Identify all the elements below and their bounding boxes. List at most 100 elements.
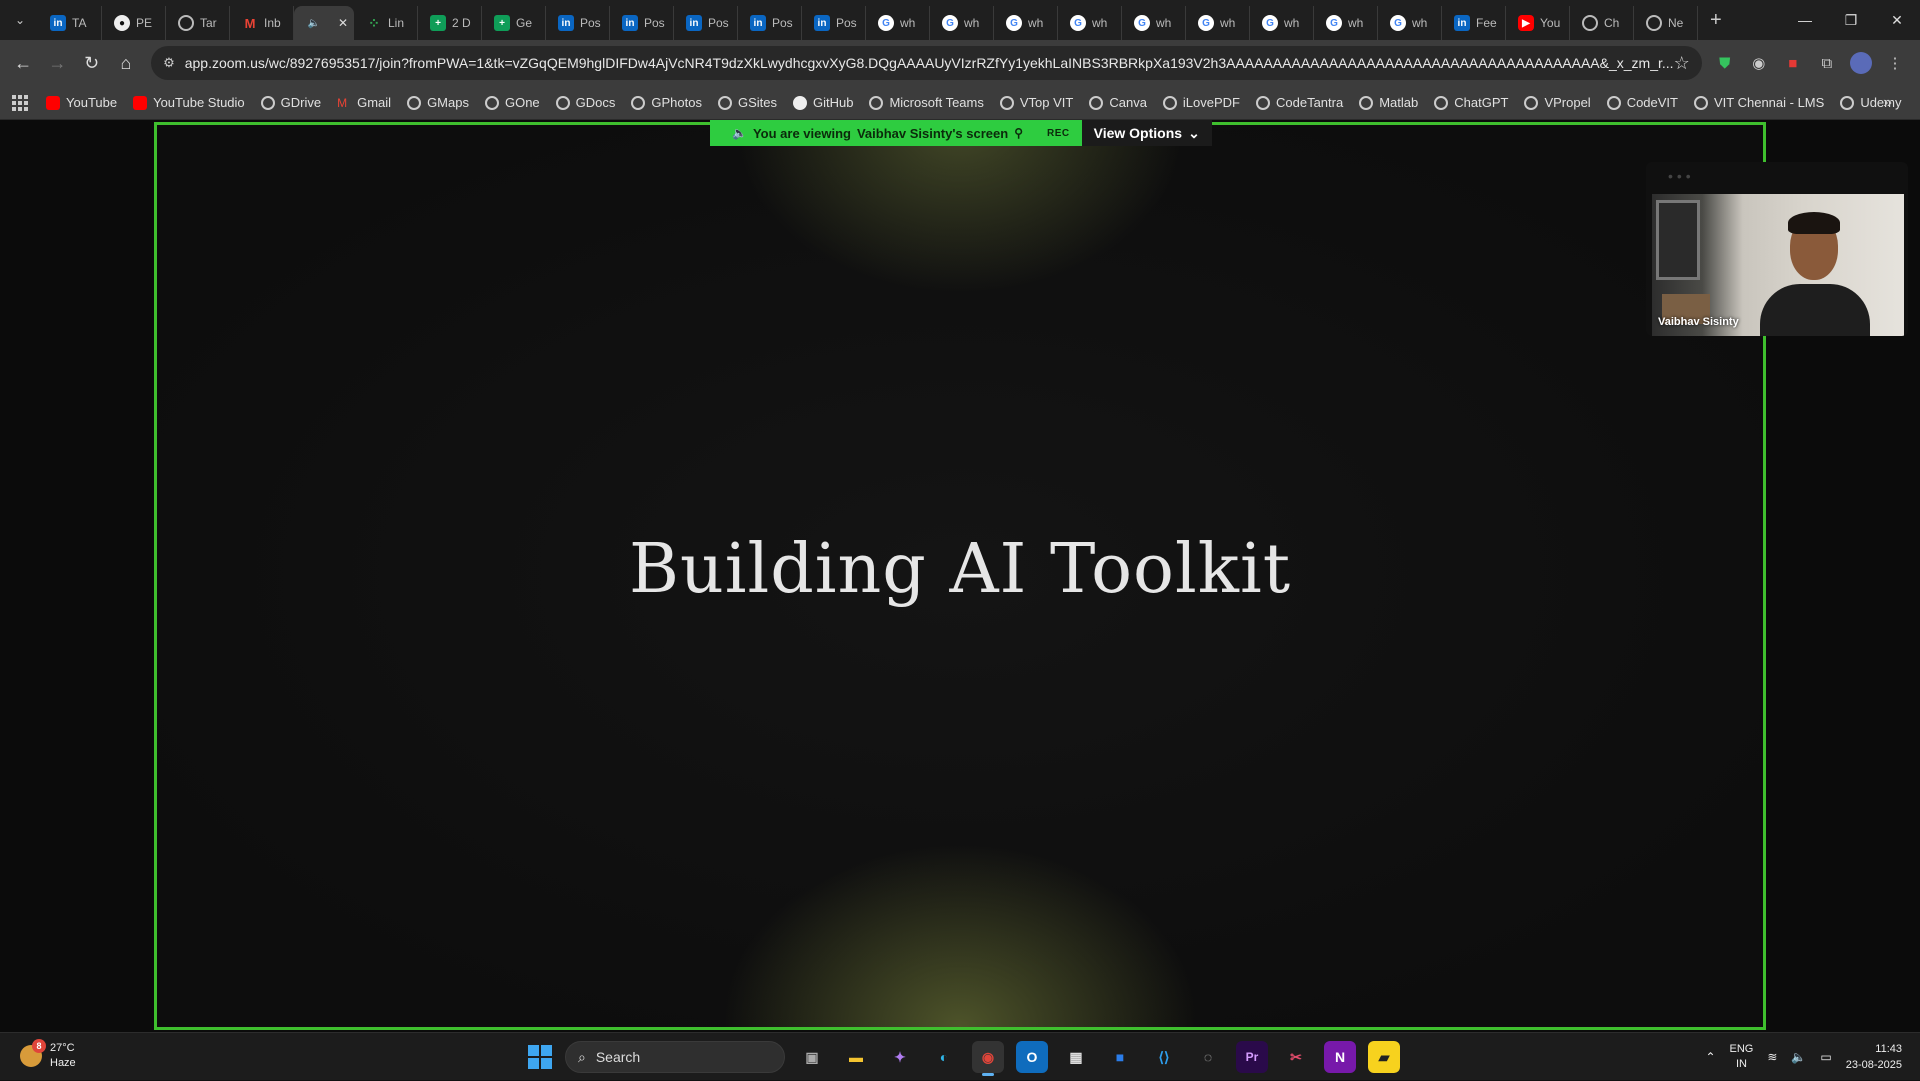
- back-button[interactable]: ←: [8, 47, 38, 79]
- pin-icon[interactable]: ⚲: [1014, 126, 1023, 140]
- browser-tab[interactable]: Gwh: [1314, 6, 1378, 40]
- search-icon: ⌕: [578, 1048, 586, 1065]
- weather-widget[interactable]: 8 27°C Haze: [20, 1039, 76, 1071]
- browser-tab[interactable]: ▶ You: [1506, 6, 1570, 40]
- bookmark-item[interactable]: VIT Chennai - LMS: [1694, 95, 1824, 110]
- tab-title: wh: [900, 16, 916, 30]
- sticky-notes-icon[interactable]: ▰: [1368, 1041, 1400, 1073]
- browser-tab[interactable]: in Pos: [738, 6, 802, 40]
- bookmark-item[interactable]: ChatGPT: [1434, 95, 1508, 110]
- url-text[interactable]: app.zoom.us/wc/89276953517/join?fromPWA=…: [185, 55, 1674, 71]
- bookmark-item[interactable]: CodeTantra: [1256, 95, 1343, 110]
- home-button[interactable]: ⌂: [111, 47, 141, 79]
- new-tab-button[interactable]: +: [1710, 9, 1722, 32]
- copilot-icon[interactable]: ✦: [884, 1041, 916, 1073]
- browser-tab[interactable]: in Pos: [546, 6, 610, 40]
- more-bookmarks-icon[interactable]: »: [1883, 94, 1892, 112]
- browser-tab[interactable]: Gwh: [994, 6, 1058, 40]
- store-icon[interactable]: ▦: [1060, 1041, 1092, 1073]
- bookmark-label: Matlab: [1379, 95, 1419, 110]
- browser-tab[interactable]: in Pos: [674, 6, 738, 40]
- browser-tab[interactable]: Gwh: [1058, 6, 1122, 40]
- browser-tab[interactable]: Tar: [166, 6, 230, 40]
- bookmark-item[interactable]: GSites: [717, 95, 777, 110]
- language-indicator[interactable]: ENG IN: [1730, 1042, 1754, 1072]
- reload-button[interactable]: ↻: [77, 47, 107, 79]
- forward-button[interactable]: →: [42, 47, 72, 79]
- browser-tab[interactable]: Ch: [1570, 6, 1634, 40]
- bookmark-item[interactable]: Microsoft Teams: [869, 95, 984, 110]
- browser-tab[interactable]: in Pos: [802, 6, 866, 40]
- vscode-icon[interactable]: ⟨⟩: [1148, 1041, 1180, 1073]
- browser-tab[interactable]: Gwh: [1186, 6, 1250, 40]
- premiere-pro-icon[interactable]: Pr: [1236, 1041, 1268, 1073]
- tile-options-icon[interactable]: •••: [1668, 168, 1695, 184]
- browser-tab[interactable]: Gwh: [1250, 6, 1314, 40]
- shield-extension-icon[interactable]: ⛊: [1708, 47, 1742, 79]
- browser-tab[interactable]: Gwh: [930, 6, 994, 40]
- browser-tab[interactable]: + Ge: [482, 6, 546, 40]
- browser-menu-icon[interactable]: ⋮: [1878, 47, 1912, 79]
- bookmark-item[interactable]: iLovePDF: [1162, 95, 1240, 110]
- bookmark-item[interactable]: GitHub: [793, 95, 853, 110]
- bookmark-item[interactable]: Canva: [1089, 95, 1147, 110]
- bookmark-item[interactable]: YouTube: [46, 95, 117, 110]
- todo-icon[interactable]: ■: [1104, 1041, 1136, 1073]
- browser-tab[interactable]: Gwh: [1378, 6, 1442, 40]
- bookmark-item[interactable]: Udemy: [1840, 95, 1902, 110]
- start-button[interactable]: [528, 1045, 552, 1069]
- browser-tab[interactable]: in TA: [38, 6, 102, 40]
- browser-tab[interactable]: Gwh: [1122, 6, 1186, 40]
- bookmark-item[interactable]: YouTube Studio: [133, 95, 245, 110]
- outlook-icon[interactable]: O: [1016, 1041, 1048, 1073]
- tab-search-button[interactable]: ⌄: [6, 6, 34, 34]
- show-hidden-icons-icon[interactable]: ⌃: [1705, 1050, 1715, 1064]
- browser-tab[interactable]: in Pos: [610, 6, 674, 40]
- onenote-icon[interactable]: N: [1324, 1041, 1356, 1073]
- close-tab-icon[interactable]: ✕: [338, 16, 348, 30]
- wifi-icon[interactable]: ≋: [1767, 1050, 1777, 1064]
- close-window-button[interactable]: ✕: [1874, 0, 1920, 40]
- obs-icon[interactable]: ◌: [1192, 1041, 1224, 1073]
- browser-tab[interactable]: ⁘ Lin: [354, 6, 418, 40]
- bookmark-item[interactable]: GDrive: [260, 95, 321, 110]
- restore-button[interactable]: ❐: [1828, 0, 1874, 40]
- clock[interactable]: 11:43 23-08-2025: [1846, 1041, 1902, 1073]
- bookmark-star-icon[interactable]: ☆: [1674, 53, 1690, 74]
- address-bar[interactable]: ⚙ app.zoom.us/wc/89276953517/join?fromPW…: [151, 46, 1702, 80]
- pocket-extension-icon[interactable]: ■: [1776, 47, 1810, 79]
- browser-tab[interactable]: ● PE: [102, 6, 166, 40]
- edge-icon[interactable]: ◐: [928, 1041, 960, 1073]
- bookmark-item[interactable]: GPhotos: [631, 95, 702, 110]
- minimize-button[interactable]: —: [1782, 0, 1828, 40]
- bookmark-item[interactable]: VTop VIT: [999, 95, 1073, 110]
- browser-tab[interactable]: in Fee: [1442, 6, 1506, 40]
- view-options-button[interactable]: View Options ⌄: [1081, 120, 1212, 146]
- bookmark-item[interactable]: GDocs: [555, 95, 615, 110]
- browser-tab[interactable]: Ne: [1634, 6, 1698, 40]
- chrome-icon[interactable]: ◉: [972, 1041, 1004, 1076]
- participant-video-tile[interactable]: ••• Vaibhav Sisinty: [1646, 162, 1908, 336]
- bookmark-item[interactable]: GOne: [484, 95, 540, 110]
- task-view-icon[interactable]: ▣: [796, 1041, 828, 1073]
- camera-extension-icon[interactable]: ◉: [1742, 47, 1776, 79]
- file-explorer-icon[interactable]: ▬: [840, 1041, 872, 1073]
- profile-avatar[interactable]: [1844, 47, 1878, 79]
- apps-grid-icon[interactable]: [12, 94, 28, 111]
- snipping-tool-icon[interactable]: ✂: [1280, 1041, 1312, 1073]
- volume-icon[interactable]: 🔈: [1791, 1050, 1806, 1064]
- browser-tab[interactable]: Gwh: [866, 6, 930, 40]
- browser-tab[interactable]: +2 D: [418, 6, 482, 40]
- site-info-icon[interactable]: ⚙: [163, 55, 175, 71]
- extensions-puzzle-icon[interactable]: ⧉: [1810, 47, 1844, 79]
- bookmark-icon: [407, 95, 422, 110]
- battery-icon[interactable]: ▭: [1820, 1050, 1831, 1064]
- bookmark-item[interactable]: Matlab: [1359, 95, 1418, 110]
- bookmark-item[interactable]: GMaps: [407, 95, 469, 110]
- bookmark-item[interactable]: M Gmail: [337, 95, 391, 110]
- taskbar-search[interactable]: ⌕ Search: [565, 1041, 785, 1073]
- bookmark-item[interactable]: CodeVIT: [1606, 95, 1678, 110]
- browser-tab[interactable]: M Inb: [230, 6, 294, 40]
- browser-tab[interactable]: 🔈 ✕: [294, 6, 354, 40]
- bookmark-item[interactable]: VPropel: [1524, 95, 1591, 110]
